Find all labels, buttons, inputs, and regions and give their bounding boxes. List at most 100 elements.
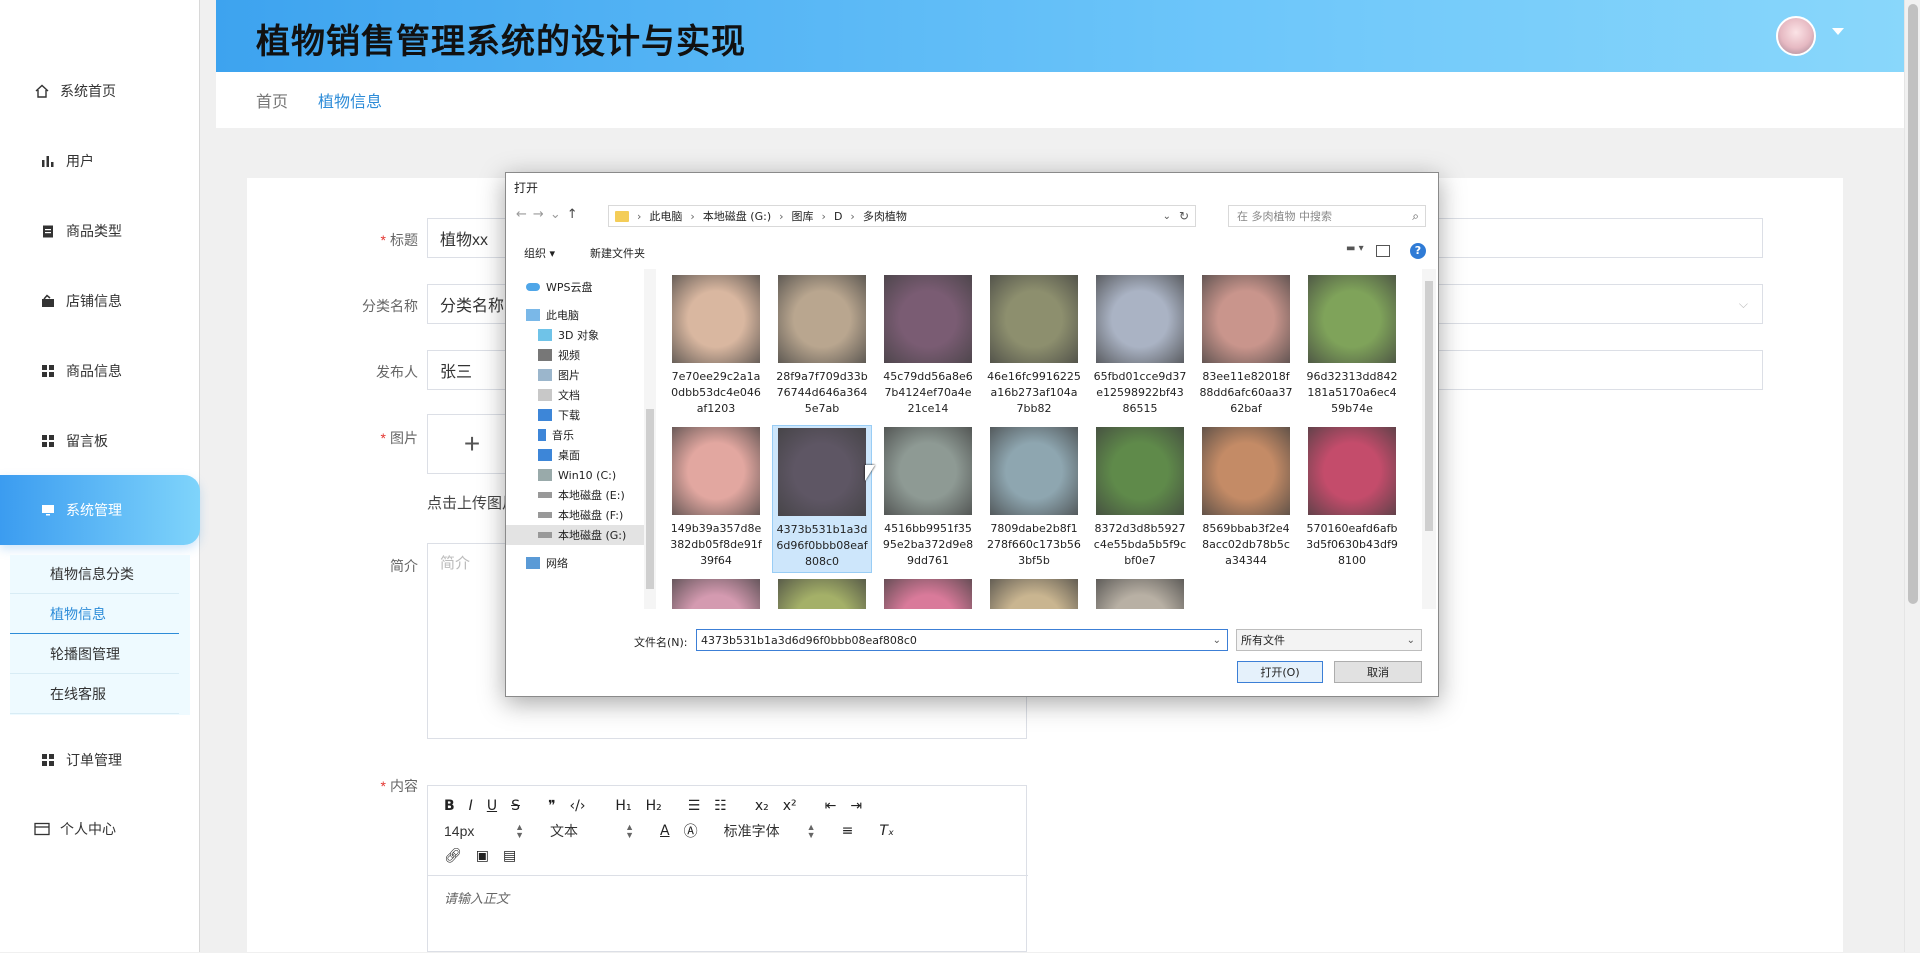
scrollbar-thumb[interactable] <box>646 409 654 589</box>
chevron-down-icon[interactable] <box>1832 28 1844 35</box>
clear-format-icon[interactable]: Tₓ <box>879 823 894 839</box>
superscript-icon[interactable]: x² <box>783 798 797 814</box>
open-button[interactable]: 打开(O) <box>1237 661 1323 683</box>
subscript-icon[interactable]: x₂ <box>755 798 769 814</box>
file-item[interactable]: 7809dabe2b8f1278f660c173b563bf5b <box>984 425 1084 573</box>
heading2-icon[interactable]: H₂ <box>646 798 662 814</box>
sidebar-item-product-info[interactable]: 商品信息 <box>0 346 200 396</box>
submenu-item-customer-service[interactable]: 在线客服 <box>10 674 179 714</box>
underline-icon[interactable]: U <box>487 798 497 814</box>
sidebar-item-home[interactable]: 系统首页 <box>0 66 200 116</box>
sidebar-item-message-board[interactable]: 留言板 <box>0 416 200 466</box>
outdent-icon[interactable]: ⇤ <box>825 798 837 814</box>
tree-item-network[interactable]: 网络 <box>506 553 646 573</box>
tree-item-desktop[interactable]: 桌面 <box>506 445 646 465</box>
font-color-icon[interactable]: A <box>660 823 670 839</box>
editor-body[interactable]: 请输入正文 <box>428 875 1028 953</box>
tree-item-downloads[interactable]: 下载 <box>506 405 646 425</box>
file-item[interactable] <box>772 577 872 609</box>
path-segment[interactable]: 图库 <box>792 208 814 224</box>
italic-icon[interactable]: I <box>469 798 473 814</box>
sidebar-item-product-type[interactable]: 商品类型 <box>0 206 200 256</box>
avatar[interactable] <box>1776 16 1816 56</box>
indent-icon[interactable]: ⇥ <box>850 798 862 814</box>
file-item[interactable]: 83ee11e82018f88dd6afc60aa3762baf <box>1196 273 1296 421</box>
forward-arrow-icon[interactable]: → <box>533 207 550 222</box>
code-icon[interactable]: ‹/› <box>570 798 586 814</box>
file-item[interactable]: 7e70ee29c2a1a0dbb53dc4e046af1203 <box>666 273 766 421</box>
link-icon[interactable]: 🔗︎ <box>444 848 462 864</box>
tree-item-music[interactable]: 音乐 <box>506 425 646 445</box>
align-icon[interactable]: ≡ <box>842 823 854 839</box>
chevron-down-icon[interactable]: ⌄ <box>1213 635 1221 646</box>
refresh-icon[interactable]: ↻ <box>1179 209 1189 223</box>
tree-item-drive-f[interactable]: 本地磁盘 (F:) <box>506 505 646 525</box>
heading1-icon[interactable]: H₁ <box>615 798 631 814</box>
sidebar-item-store[interactable]: 店铺信息 <box>0 276 200 326</box>
tree-scrollbar[interactable] <box>644 269 656 609</box>
chevron-down-icon[interactable]: ⌄ <box>550 207 567 222</box>
tree-item-drive-g[interactable]: 本地磁盘 (G:) <box>506 525 646 545</box>
video-icon[interactable]: ▤ <box>503 848 516 864</box>
sidebar-item-profile[interactable]: 个人中心 <box>0 804 200 854</box>
bullet-list-icon[interactable]: ☷ <box>714 798 727 814</box>
page-scrollbar[interactable] <box>1904 0 1920 952</box>
chevron-down-icon[interactable]: ⌄ <box>1163 211 1171 222</box>
tree-item-video[interactable]: 视频 <box>506 345 646 365</box>
file-item[interactable]: 570160eafd6afb3d5f0630b43df98100 <box>1302 425 1402 573</box>
file-item[interactable]: 149b39a357d8e382db05f8de91f39f64 <box>666 425 766 573</box>
file-item[interactable] <box>984 577 1084 609</box>
file-item[interactable]: 65fbd01cce9d37e12598922bf4386515 <box>1090 273 1190 421</box>
text-type-select[interactable]: 文本 ▲ ▼ <box>550 821 634 841</box>
file-item[interactable]: 8372d3d8b5927c4e55bda5b5f9cbf0e7 <box>1090 425 1190 573</box>
image-icon[interactable]: ▣ <box>476 848 489 864</box>
file-item[interactable] <box>1090 577 1190 609</box>
file-item[interactable]: 46e16fc9916225a16b273af104a7bb82 <box>984 273 1084 421</box>
cancel-button[interactable]: 取消 <box>1334 661 1422 683</box>
submenu-item-carousel[interactable]: 轮播图管理 <box>10 634 179 674</box>
sidebar-item-orders[interactable]: 订单管理 <box>0 735 200 785</box>
breadcrumb-home[interactable]: 首页 <box>256 88 288 112</box>
submenu-item-plant-category[interactable]: 植物信息分类 <box>10 554 179 594</box>
file-item[interactable]: 28f9a7f709d33b76744d646a3645e7ab <box>772 273 872 421</box>
path-segment[interactable]: 本地磁盘 (G:) <box>703 208 771 224</box>
tree-item-3d[interactable]: 3D 对象 <box>506 325 646 345</box>
path-segment[interactable]: 多肉植物 <box>863 208 907 224</box>
file-item[interactable] <box>666 577 766 609</box>
tree-item-wps-cloud[interactable]: WPS云盘 <box>506 277 646 297</box>
submenu-item-plant-info[interactable]: 植物信息 <box>10 594 179 634</box>
scrollbar-thumb[interactable] <box>1908 4 1918 604</box>
background-color-icon[interactable]: Ⓐ <box>684 821 698 841</box>
organize-button[interactable]: 组织 ▾ <box>524 245 555 261</box>
help-icon[interactable]: ? <box>1410 243 1426 259</box>
filetype-select[interactable]: 所有文件 ⌄ <box>1236 629 1422 651</box>
sidebar-item-user[interactable]: 用户 <box>0 136 200 186</box>
font-family-select[interactable]: 标准字体 ▲ ▼ <box>724 821 816 841</box>
tree-item-documents[interactable]: 文档 <box>506 385 646 405</box>
upload-button[interactable]: + <box>427 414 517 474</box>
font-size-select[interactable]: 14px ▲ ▼ <box>444 823 524 840</box>
view-options-icon[interactable]: ▬ ▾ <box>1346 243 1376 259</box>
back-arrow-icon[interactable]: ← <box>516 207 533 222</box>
file-item[interactable]: 4373b531b1a3d6d96f0bbb08eaf808c0 <box>772 425 872 573</box>
preview-pane-icon[interactable] <box>1376 245 1390 257</box>
filename-input[interactable]: 4373b531b1a3d6d96f0bbb08eaf808c0 ⌄ <box>696 629 1228 651</box>
tree-item-drive-e[interactable]: 本地磁盘 (E:) <box>506 485 646 505</box>
tree-item-this-pc[interactable]: 此电脑 <box>506 305 646 325</box>
file-item[interactable]: 45c79dd56a8e67b4124ef70a4e21ce14 <box>878 273 978 421</box>
tree-item-pictures[interactable]: 图片 <box>506 365 646 385</box>
tree-item-drive-c[interactable]: Win10 (C:) <box>506 465 646 485</box>
address-bar[interactable]: › 此电脑 › 本地磁盘 (G:) › 图库 › D › 多肉植物 ⌄ ↻ <box>608 205 1196 227</box>
file-item[interactable]: 4516bb9951f3595e2ba372d9e89dd761 <box>878 425 978 573</box>
file-item[interactable] <box>878 577 978 609</box>
sidebar-item-system-management[interactable]: 系统管理 <box>0 475 200 545</box>
quote-icon[interactable]: ❞ <box>548 798 556 814</box>
new-folder-button[interactable]: 新建文件夹 <box>590 245 645 261</box>
files-scrollbar[interactable] <box>1422 269 1436 609</box>
dialog-search-input[interactable]: 在 多肉植物 中搜索 ⌕ <box>1228 205 1426 227</box>
file-item[interactable]: 8569bbab3f2e48acc02db78b5ca34344 <box>1196 425 1296 573</box>
path-segment[interactable]: 此电脑 <box>649 208 682 224</box>
up-arrow-icon[interactable]: ↑ <box>567 207 584 222</box>
ordered-list-icon[interactable]: ☰ <box>688 798 701 814</box>
path-segment[interactable]: D <box>834 210 842 223</box>
